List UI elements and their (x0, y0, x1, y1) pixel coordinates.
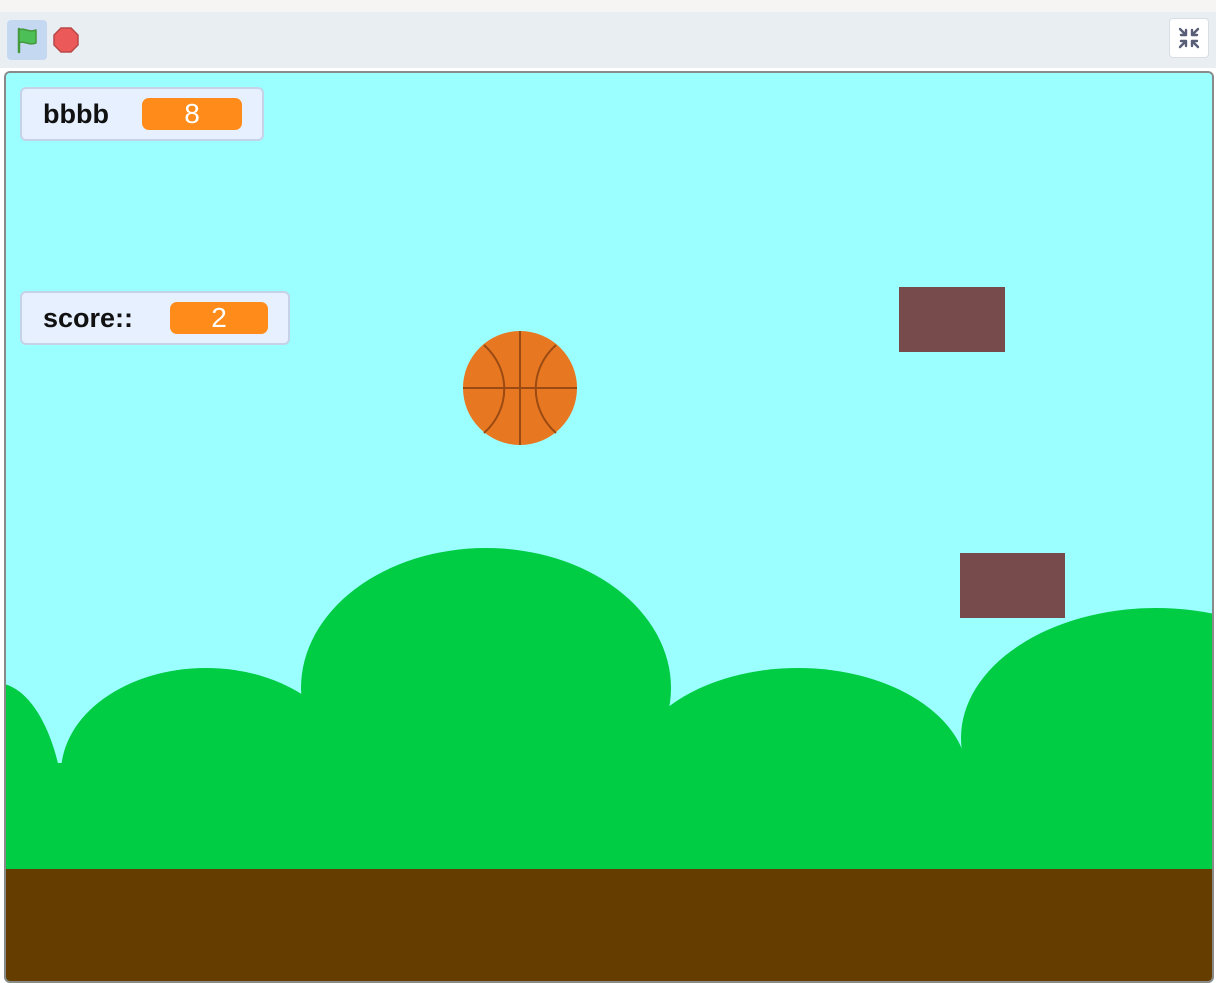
block-sprite (899, 287, 1005, 352)
browser-top-strip (0, 0, 1216, 12)
exit-fullscreen-button[interactable] (1169, 18, 1209, 58)
stop-sign-icon (53, 27, 79, 53)
stage[interactable]: bbbb 8 score:: 2 (4, 71, 1214, 983)
stop-button[interactable] (50, 20, 82, 60)
green-flag-button[interactable] (7, 20, 47, 60)
green-flag-icon (17, 27, 37, 54)
stage-canvas (6, 73, 1212, 981)
stage-controls-bar (0, 12, 1216, 68)
monitor-value: 2 (170, 302, 268, 334)
variable-monitor-bbbb[interactable]: bbbb 8 (20, 87, 264, 141)
monitor-label: score:: (43, 302, 134, 333)
monitor-value: 8 (142, 98, 242, 130)
block-sprite (960, 553, 1065, 618)
basketball-sprite (463, 331, 577, 445)
monitor-label: bbbb (43, 98, 109, 129)
ground (6, 869, 1212, 981)
variable-monitor-score[interactable]: score:: 2 (20, 291, 290, 345)
exit-fullscreen-icon (1178, 27, 1200, 49)
